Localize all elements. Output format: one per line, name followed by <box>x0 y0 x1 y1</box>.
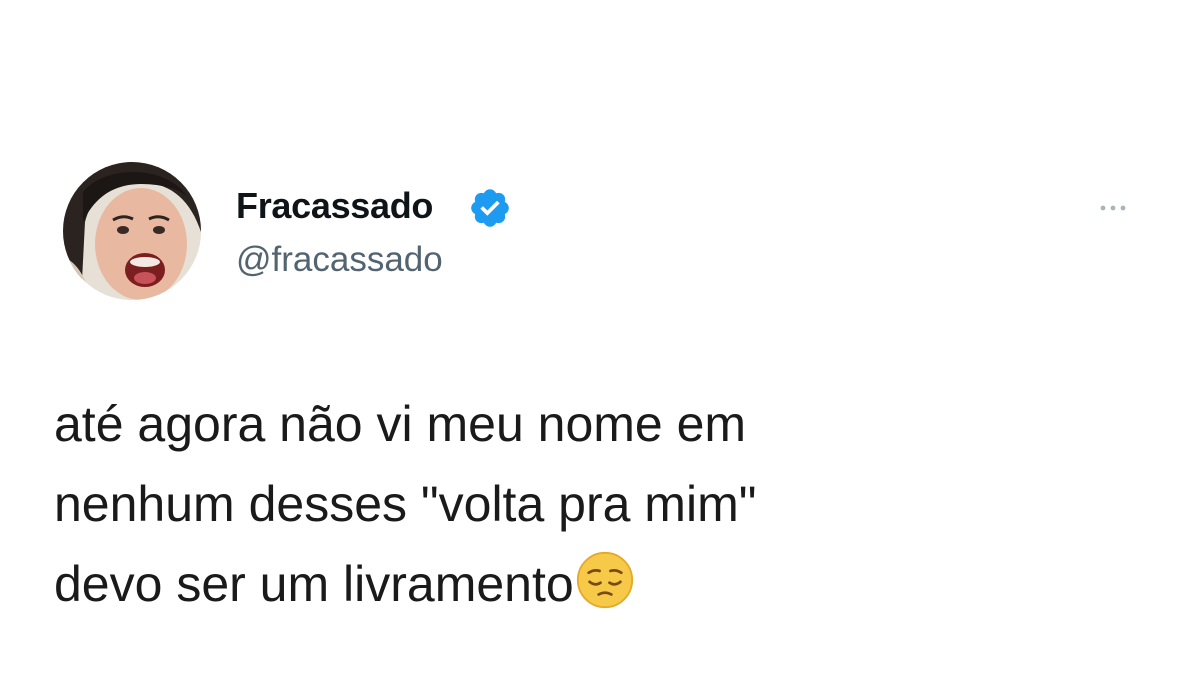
avatar[interactable] <box>63 162 201 300</box>
more-options-button[interactable] <box>1097 196 1129 220</box>
verified-badge-icon <box>471 189 509 227</box>
tweet-text-line: até agora não vi meu nome em <box>54 396 747 452</box>
tweet-text-line: nenhum desses "volta pra mim" <box>54 476 757 532</box>
username-handle[interactable]: @fracassado <box>236 238 443 282</box>
tweet-card: Fracassado @fracassado até agora não vi … <box>0 0 1179 686</box>
tweet-text: até agora não vi meu nome em nenhum dess… <box>54 384 1114 624</box>
tweet-text-line: devo ser um livramento <box>54 544 1114 624</box>
pensive-face-icon <box>576 551 633 609</box>
more-horizontal-icon <box>1100 205 1126 211</box>
tweet-text-fragment: devo ser um livramento <box>54 556 574 612</box>
avatar-photo-icon <box>63 162 201 300</box>
display-name[interactable]: Fracassado <box>236 184 433 228</box>
